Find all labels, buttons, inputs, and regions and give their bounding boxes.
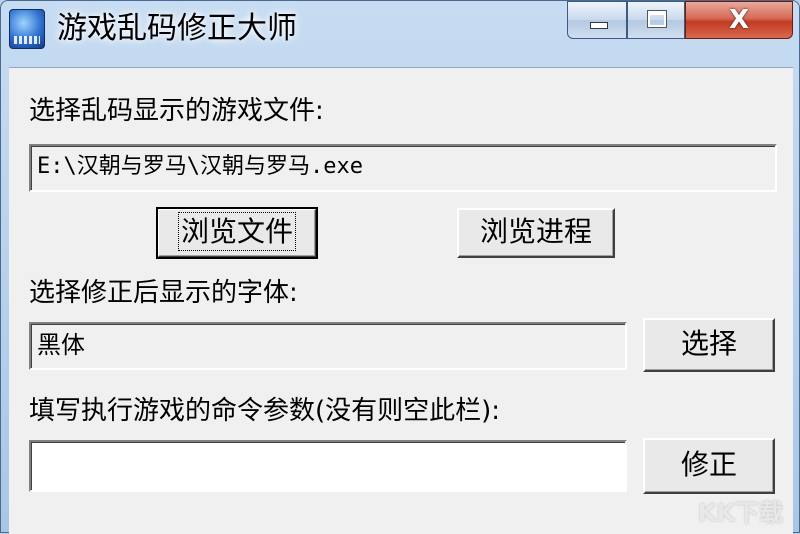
browse-file-button[interactable]: 浏览文件: [156, 207, 318, 259]
browse-file-label: 浏览文件: [177, 212, 297, 251]
title-bar[interactable]: 游戏乱码修正大师 X: [1, 1, 800, 63]
maximize-icon: [647, 10, 667, 28]
browse-process-label: 浏览进程: [479, 215, 592, 248]
window-title: 游戏乱码修正大师: [57, 11, 297, 46]
app-window: 游戏乱码修正大师 X 选择乱码显示的游戏文件: E:\汉朝与罗马\汉朝与罗马.e…: [0, 0, 800, 534]
close-icon: X: [728, 5, 750, 35]
font-label: 选择修正后显示的字体:: [29, 278, 298, 308]
fix-button[interactable]: 修正: [643, 438, 775, 494]
game-file-path-field[interactable]: E:\汉朝与罗马\汉朝与罗马.exe: [29, 144, 777, 192]
maximize-button[interactable]: [627, 1, 685, 39]
minimize-icon: [590, 22, 608, 29]
minimize-button[interactable]: [567, 1, 627, 39]
close-button[interactable]: X: [685, 1, 793, 39]
browse-process-button[interactable]: 浏览进程: [457, 208, 615, 258]
command-args-input[interactable]: [29, 440, 627, 492]
watermark-logo: KK下载: [697, 499, 783, 527]
dialog-body: 选择乱码显示的游戏文件: E:\汉朝与罗马\汉朝与罗马.exe 浏览文件 浏览进…: [9, 67, 793, 534]
select-font-label: 选择: [680, 327, 737, 360]
command-label: 填写执行游戏的命令参数(没有则空此栏):: [29, 396, 501, 426]
font-field[interactable]: 黑体: [29, 322, 627, 370]
fix-label: 修正: [680, 448, 737, 481]
select-font-button[interactable]: 选择: [643, 318, 775, 372]
game-file-label: 选择乱码显示的游戏文件:: [29, 96, 324, 126]
app-icon[interactable]: [9, 9, 45, 49]
